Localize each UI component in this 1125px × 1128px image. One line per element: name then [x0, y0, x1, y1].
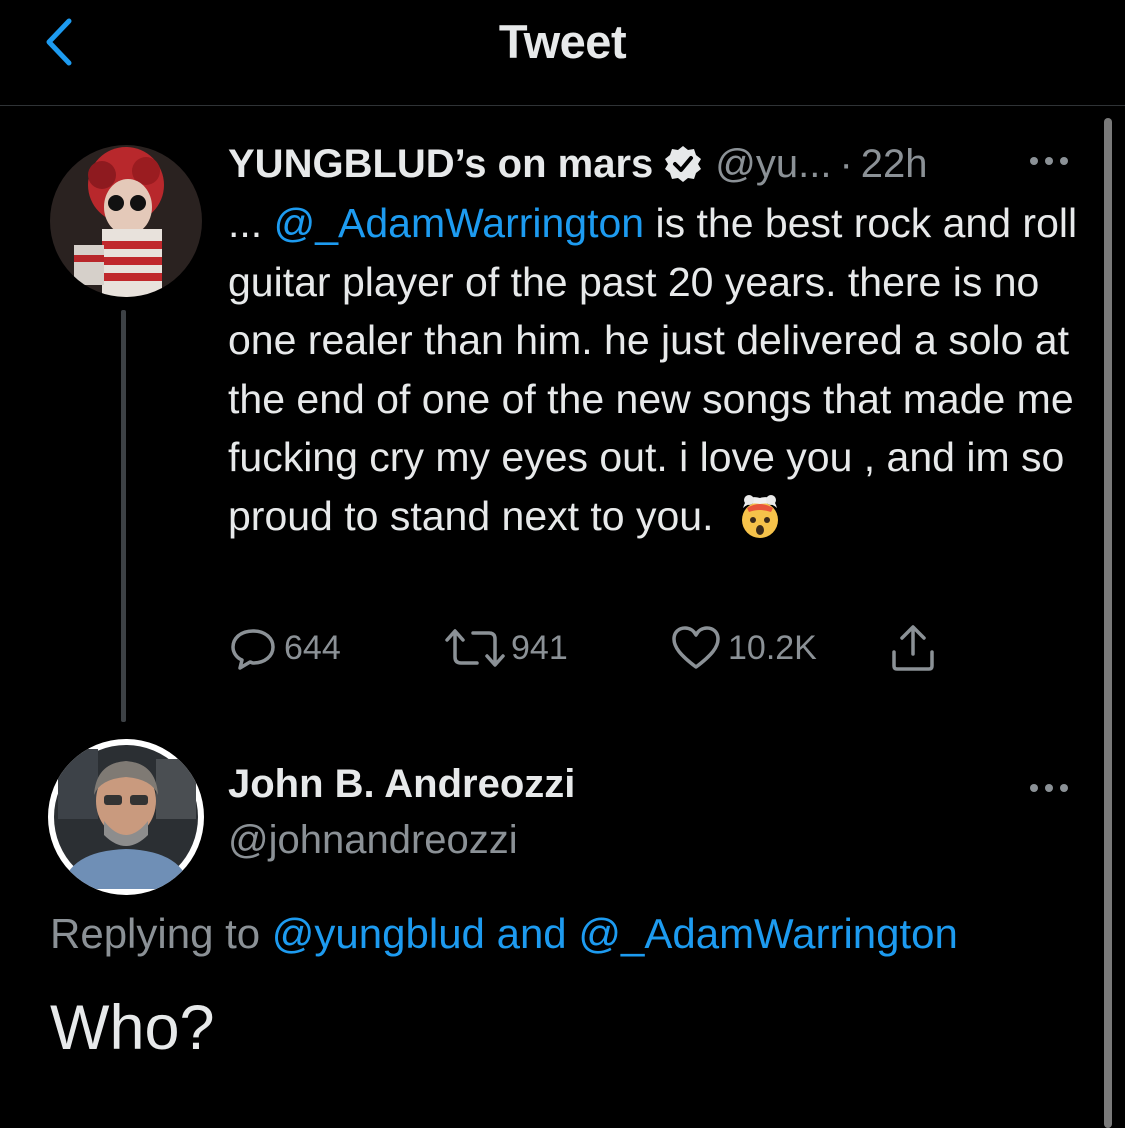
like-button[interactable]: 10.2K	[670, 620, 817, 676]
tweet-actions: 644 941 10.2K	[228, 620, 968, 676]
more-icon	[1030, 784, 1038, 792]
like-count: 10.2K	[728, 628, 817, 667]
more-options-button[interactable]	[1030, 157, 1068, 165]
reply-author-name[interactable]: John B. Andreozzi	[228, 762, 575, 807]
replying-to-line: Replying to @yungblud and @_AdamWarringt…	[50, 910, 958, 958]
exploding-head-emoji-icon	[741, 494, 778, 538]
separator-dot: ·	[839, 142, 853, 186]
text-prefix: ...	[228, 200, 274, 246]
tweet-author-line: YUNGBLUD’s on mars @yu... · 22h	[228, 138, 928, 190]
reply-count: 644	[284, 628, 341, 667]
top-bar: Tweet	[0, 0, 1125, 106]
tweet-timestamp[interactable]: 22h	[861, 138, 928, 190]
reply-button[interactable]: 644	[228, 620, 341, 676]
tweet-text: ... @_AdamWarrington is the best rock an…	[228, 194, 1078, 545]
page-title: Tweet	[498, 15, 627, 68]
reply-avatar[interactable]	[48, 739, 204, 895]
heart-icon	[672, 626, 720, 669]
reply-text: Who?	[50, 993, 215, 1063]
author-name[interactable]: YUNGBLUD’s on mars	[228, 138, 653, 190]
more-icon	[1030, 157, 1038, 165]
avatar[interactable]	[50, 145, 202, 297]
share-icon	[892, 625, 934, 671]
verified-badge-icon	[665, 146, 702, 182]
thread-line	[121, 310, 126, 722]
retweet-button[interactable]: 941	[443, 620, 568, 676]
replying-user-link[interactable]: @yungblud	[272, 910, 485, 957]
replying-label: Replying to	[50, 910, 272, 957]
retweet-count: 941	[511, 628, 568, 667]
scrollbar[interactable]	[1104, 118, 1112, 1128]
mention-link[interactable]: @_AdamWarrington	[274, 200, 645, 246]
comment-icon	[231, 629, 275, 670]
reply-more-options-button[interactable]	[1030, 784, 1068, 792]
replying-and: and	[484, 910, 579, 957]
share-button[interactable]	[888, 620, 938, 676]
replying-user-link[interactable]: @_AdamWarrington	[578, 910, 958, 957]
text-body: is the best rock and roll guitar player …	[228, 200, 1078, 539]
retweet-icon	[445, 629, 505, 667]
author-handle[interactable]: @yu...	[715, 138, 831, 190]
reply-author-handle[interactable]: @johnandreozzi	[228, 818, 518, 863]
